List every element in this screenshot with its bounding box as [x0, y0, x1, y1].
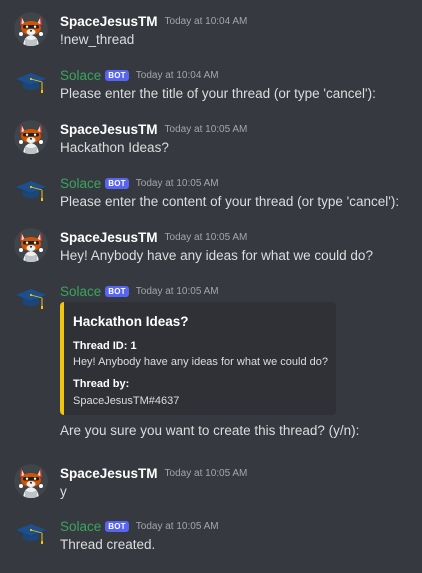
username[interactable]: SpaceJesusTM: [60, 230, 158, 245]
username[interactable]: Solace: [60, 284, 101, 299]
graduation-cap-icon[interactable]: [14, 282, 48, 316]
message-header: Solace BOT Today at 10:05 AM: [60, 517, 219, 535]
message-text: Please enter the title of your thread (o…: [60, 86, 376, 101]
message-header: Solace BOT Today at 10:05 AM: [60, 174, 219, 192]
message-text: Hackathon Ideas?: [60, 140, 169, 155]
red-fox-avatar-icon[interactable]: [14, 228, 48, 262]
embed-title: Hackathon Ideas?: [73, 314, 189, 329]
username[interactable]: Solace: [60, 519, 101, 534]
message-text: Please enter the content of your thread …: [60, 194, 400, 209]
timestamp: Today at 10:04 AM: [135, 69, 219, 81]
timestamp: Today at 10:05 AM: [164, 467, 248, 479]
message-header: SpaceJesusTM Today at 10:05 AM: [60, 228, 247, 246]
bot-badge: BOT: [105, 285, 129, 297]
timestamp: Today at 10:04 AM: [164, 15, 248, 27]
timestamp: Today at 10:05 AM: [164, 231, 248, 243]
username[interactable]: SpaceJesusTM: [60, 466, 158, 481]
message-text: y: [60, 484, 67, 499]
graduation-cap-icon[interactable]: [14, 66, 48, 100]
username[interactable]: SpaceJesusTM: [60, 14, 158, 29]
embed-field-name: Thread ID: 1: [73, 340, 137, 352]
timestamp: Today at 10:05 AM: [164, 123, 248, 135]
message-header: SpaceJesusTM Today at 10:05 AM: [60, 120, 247, 138]
message-header: SpaceJesusTM Today at 10:04 AM: [60, 12, 247, 30]
message-text: Hey! Anybody have any ideas for what we …: [60, 248, 373, 263]
embed-field-value: SpaceJesusTM#4637: [73, 395, 180, 407]
embed-field-value: Hey! Anybody have any ideas for what we …: [73, 356, 328, 368]
timestamp: Today at 10:05 AM: [135, 177, 219, 189]
message-header: Solace BOT Today at 10:04 AM: [60, 66, 219, 84]
embed-field-name: Thread by:: [73, 378, 130, 390]
message-header: SpaceJesusTM Today at 10:05 AM: [60, 464, 247, 482]
timestamp: Today at 10:05 AM: [135, 520, 219, 532]
username[interactable]: Solace: [60, 176, 101, 191]
timestamp: Today at 10:05 AM: [135, 285, 219, 297]
username[interactable]: Solace: [60, 68, 101, 83]
message-text: !new_thread: [60, 32, 135, 47]
username[interactable]: SpaceJesusTM: [60, 122, 158, 137]
bot-badge: BOT: [105, 520, 129, 532]
thread-embed: Hackathon Ideas? Thread ID: 1 Hey! Anybo…: [60, 302, 336, 415]
bot-badge: BOT: [105, 177, 129, 189]
message-text: Thread created.: [60, 537, 156, 552]
red-fox-avatar-icon[interactable]: [14, 464, 48, 498]
graduation-cap-icon[interactable]: [14, 174, 48, 208]
message-header: Solace BOT Today at 10:05 AM: [60, 282, 219, 300]
graduation-cap-icon[interactable]: [14, 517, 48, 551]
bot-badge: BOT: [105, 69, 129, 81]
red-fox-avatar-icon[interactable]: [14, 120, 48, 154]
message-text: Are you sure you want to create this thr…: [60, 423, 360, 438]
red-fox-avatar-icon[interactable]: [14, 12, 48, 46]
chat-messages: SpaceJesusTM Today at 10:04 AM !new_thre…: [0, 0, 422, 573]
